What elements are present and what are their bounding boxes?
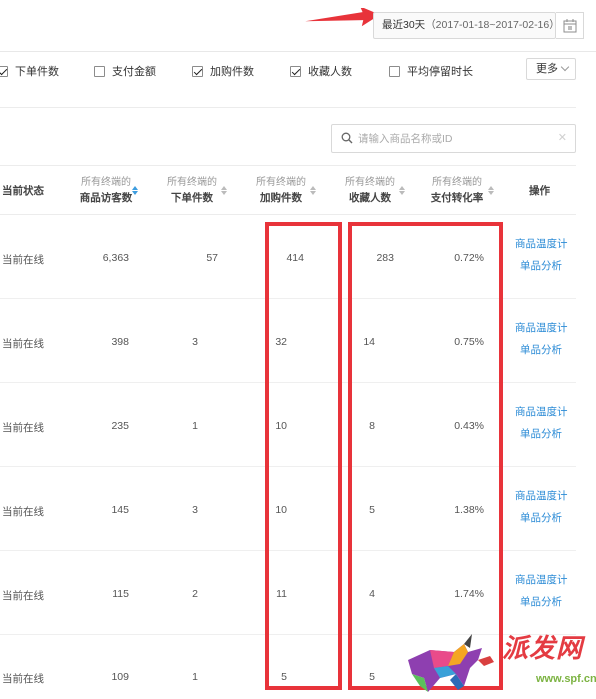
item-analysis-link[interactable]: 单品分析: [520, 342, 562, 357]
divider: [0, 107, 576, 108]
cart-column-highlight: [265, 222, 342, 690]
orders-cell: 3: [192, 336, 198, 348]
column-header-sublabel: 所有终端的: [256, 177, 306, 188]
sort-icon[interactable]: [221, 186, 227, 196]
orders-cell: 57: [206, 252, 218, 264]
orders-cell: 1: [192, 420, 198, 432]
status-cell: 当前在线: [2, 422, 44, 434]
visitors-cell: 115: [112, 588, 129, 600]
item-analysis-link[interactable]: 单品分析: [520, 258, 562, 273]
top-bar: 最近30天（2017-01-18~2017-02-16）: [0, 0, 596, 52]
sort-icon[interactable]: [310, 186, 316, 196]
calendar-button[interactable]: [556, 12, 584, 39]
product-thermometer-link[interactable]: 商品温度计: [515, 404, 568, 419]
status-cell: 当前在线: [2, 673, 44, 685]
search-input[interactable]: [358, 129, 558, 148]
orders-cell: 1: [192, 671, 198, 683]
item-analysis-link[interactable]: 单品分析: [520, 510, 562, 525]
chevron-down-icon: [560, 62, 570, 72]
status-cell: 当前在线: [2, 506, 44, 518]
item-analysis-link[interactable]: 单品分析: [520, 426, 562, 441]
favorites-conversion-highlight: [348, 222, 503, 690]
visitors-cell: 109: [111, 671, 129, 683]
filter-label: 支付金额: [112, 66, 156, 78]
column-header-sublabel: 所有终端的: [345, 177, 395, 188]
status-cell: 当前在线: [2, 590, 44, 602]
date-range-picker[interactable]: 最近30天（2017-01-18~2017-02-16）: [373, 12, 560, 39]
column-header-actions: 操作: [529, 185, 550, 197]
calendar-icon: [563, 19, 577, 33]
visitors-cell: 235: [111, 420, 129, 432]
product-thermometer-link[interactable]: 商品温度计: [515, 236, 568, 251]
colorful-bull-logo: [408, 634, 494, 692]
date-range-label: 最近30天: [382, 19, 426, 31]
column-header-favorites[interactable]: 所有终端的 收藏人数: [341, 176, 399, 206]
checkbox-checked[interactable]: [290, 65, 301, 77]
visitors-cell: 145: [111, 504, 129, 516]
filter-label: 加购件数: [210, 66, 254, 78]
metric-filter-bar: 下单件数 支付金额 加购件数 收藏人数 平均停留时长 更多: [0, 58, 580, 84]
column-header-label: 支付转化率: [430, 192, 484, 204]
column-header-sublabel: 所有终端的: [432, 177, 482, 188]
sort-icon[interactable]: [488, 186, 494, 196]
filter-orders[interactable]: 下单件数: [0, 63, 59, 79]
filter-favorites[interactable]: 收藏人数: [290, 63, 352, 79]
checkbox-unchecked[interactable]: [94, 65, 105, 77]
column-header-cart[interactable]: 所有终端的 加购件数: [252, 176, 310, 206]
filter-avg-stay[interactable]: 平均停留时长: [389, 63, 473, 79]
status-cell: 当前在线: [2, 338, 44, 350]
checkbox-unchecked[interactable]: [389, 65, 400, 77]
column-header-conversion[interactable]: 所有终端的 支付转化率: [427, 176, 487, 206]
column-header-label: 收藏人数: [349, 192, 391, 204]
orders-cell: 3: [192, 504, 198, 516]
visitors-cell: 398: [111, 336, 129, 348]
watermark-title: 派发网: [502, 634, 584, 664]
column-header-sublabel: 所有终端的: [167, 177, 217, 188]
checkbox-checked[interactable]: [0, 65, 8, 77]
divider: [0, 51, 596, 52]
watermark-url: www.spf.cn: [536, 673, 596, 685]
product-thermometer-link[interactable]: 商品温度计: [515, 320, 568, 335]
clear-icon[interactable]: ✕: [558, 131, 567, 144]
divider: [0, 165, 576, 166]
date-range-value: （2017-01-18~2017-02-16）: [425, 19, 560, 31]
filter-label: 收藏人数: [308, 66, 352, 78]
product-thermometer-link[interactable]: 商品温度计: [515, 488, 568, 503]
column-header-status: 当前状态: [2, 185, 44, 197]
column-header-orders[interactable]: 所有终端的 下单件数: [163, 176, 221, 206]
more-button[interactable]: 更多: [526, 58, 576, 80]
more-label: 更多: [536, 63, 558, 75]
column-header-label: 商品访客数: [79, 192, 133, 204]
sort-icon[interactable]: [132, 186, 138, 196]
item-analysis-link[interactable]: 单品分析: [520, 594, 562, 609]
visitors-cell: 6,363: [102, 252, 129, 264]
filter-label: 平均停留时长: [407, 66, 473, 78]
red-arrow-annotation: [305, 8, 380, 27]
sort-icon[interactable]: [399, 186, 405, 196]
status-cell: 当前在线: [2, 254, 44, 266]
checkbox-checked[interactable]: [192, 65, 203, 77]
filter-payment[interactable]: 支付金额: [94, 63, 156, 79]
product-thermometer-link[interactable]: 商品温度计: [515, 572, 568, 587]
filter-label: 下单件数: [15, 66, 59, 78]
orders-cell: 2: [192, 588, 198, 600]
product-search: ✕: [331, 124, 576, 153]
search-icon: [341, 132, 353, 144]
column-header-label: 下单件数: [171, 192, 213, 204]
watermark: 派发网 www.spf.cn: [398, 626, 596, 699]
column-header-label: 加购件数: [260, 192, 302, 204]
column-header-visitors[interactable]: 所有终端的 商品访客数: [75, 176, 137, 206]
filter-cart[interactable]: 加购件数: [192, 63, 254, 79]
column-header-sublabel: 所有终端的: [81, 177, 131, 188]
